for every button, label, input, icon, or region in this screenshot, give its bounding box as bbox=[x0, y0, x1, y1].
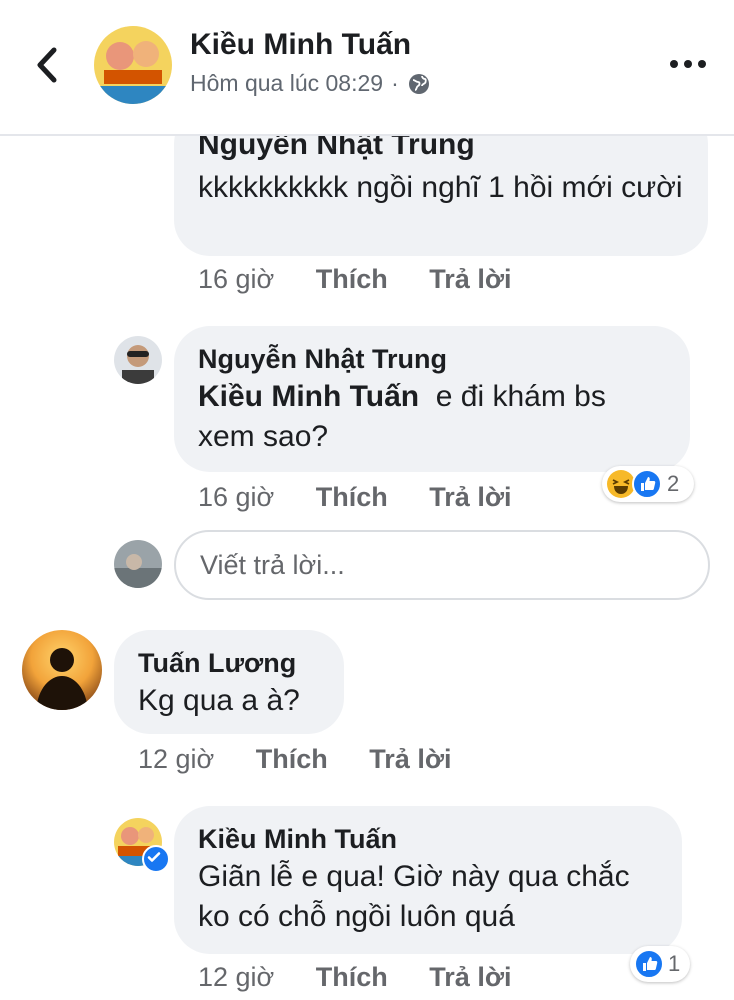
comment-actions: 16 giờ Thích Trả lời bbox=[198, 264, 512, 295]
like-icon bbox=[632, 469, 662, 499]
comment-actions: 16 giờ Thích Trả lời bbox=[198, 482, 512, 513]
verified-badge-icon bbox=[142, 845, 170, 873]
reply-button[interactable]: Trả lời bbox=[429, 264, 511, 295]
chevron-left-icon bbox=[37, 47, 57, 83]
reaction-count: 2 bbox=[667, 471, 680, 496]
commenter-avatar[interactable] bbox=[114, 336, 162, 384]
comment-time[interactable]: 16 giờ bbox=[198, 482, 274, 513]
commenter-avatar[interactable] bbox=[22, 630, 102, 710]
reaction-summary[interactable]: 2 bbox=[602, 466, 694, 502]
comment-text: Kg qua a à? bbox=[138, 684, 300, 717]
reply-button[interactable]: Trả lời bbox=[429, 482, 511, 513]
post-meta: Hôm qua lúc 08:29 · bbox=[190, 70, 431, 97]
comment-text: Kiều Minh Tuấn e đi khám bs xem sao? bbox=[198, 377, 668, 457]
globe-icon bbox=[407, 72, 431, 96]
reaction-summary[interactable]: 1 bbox=[630, 946, 690, 982]
comment-actions: 12 giờ Thích Trả lời bbox=[198, 962, 512, 993]
comment-actions: 12 giờ Thích Trả lời bbox=[138, 744, 452, 775]
like-button[interactable]: Thích bbox=[316, 482, 388, 513]
comment-text: kkkkkkkkkk ngồi nghĩ 1 hồi mới cười bbox=[198, 171, 683, 204]
comment-bubble[interactable]: Kiều Minh Tuấn Giãn lễ e qua! Giờ này qu… bbox=[174, 806, 682, 954]
comment-author[interactable]: Nguyễn Nhật Trung bbox=[198, 344, 668, 375]
more-options-button[interactable] bbox=[668, 52, 708, 76]
comment-time[interactable]: 16 giờ bbox=[198, 264, 274, 295]
reply-placeholder: Viết trả lời... bbox=[200, 549, 345, 580]
reply-input[interactable]: Viết trả lời... bbox=[174, 530, 710, 600]
current-user-avatar bbox=[114, 540, 162, 588]
author-name[interactable]: Kiều Minh Tuấn bbox=[190, 28, 411, 62]
separator: · bbox=[391, 70, 399, 96]
more-horizontal-icon bbox=[670, 60, 706, 68]
like-button[interactable]: Thích bbox=[316, 962, 388, 993]
mention-link[interactable]: Kiều Minh Tuấn bbox=[198, 380, 419, 413]
reply-button[interactable]: Trả lời bbox=[369, 744, 451, 775]
like-button[interactable]: Thích bbox=[256, 744, 328, 775]
back-button[interactable] bbox=[28, 40, 68, 90]
comment-text: Giãn lễ e qua! Giờ này qua chắc ko có ch… bbox=[198, 860, 630, 933]
like-button[interactable]: Thích bbox=[316, 264, 388, 295]
post-timestamp[interactable]: Hôm qua lúc 08:29 bbox=[190, 70, 383, 97]
comment-time[interactable]: 12 giờ bbox=[198, 962, 274, 993]
comment-bubble[interactable]: Tuấn Lương Kg qua a à? bbox=[114, 630, 344, 734]
author-avatar[interactable] bbox=[94, 26, 172, 104]
comment-bubble[interactable]: Nguyễn Nhật Trung Kiều Minh Tuấn e đi kh… bbox=[174, 326, 690, 472]
like-icon bbox=[634, 949, 664, 979]
comment-time[interactable]: 12 giờ bbox=[138, 744, 214, 775]
reply-button[interactable]: Trả lời bbox=[429, 962, 511, 993]
reaction-count: 1 bbox=[668, 951, 681, 976]
comment-author[interactable]: Kiều Minh Tuấn bbox=[198, 824, 660, 855]
post-header: Kiều Minh Tuấn Hôm qua lúc 08:29 · bbox=[0, 0, 734, 136]
comment-author[interactable]: Tuấn Lương bbox=[138, 648, 322, 679]
